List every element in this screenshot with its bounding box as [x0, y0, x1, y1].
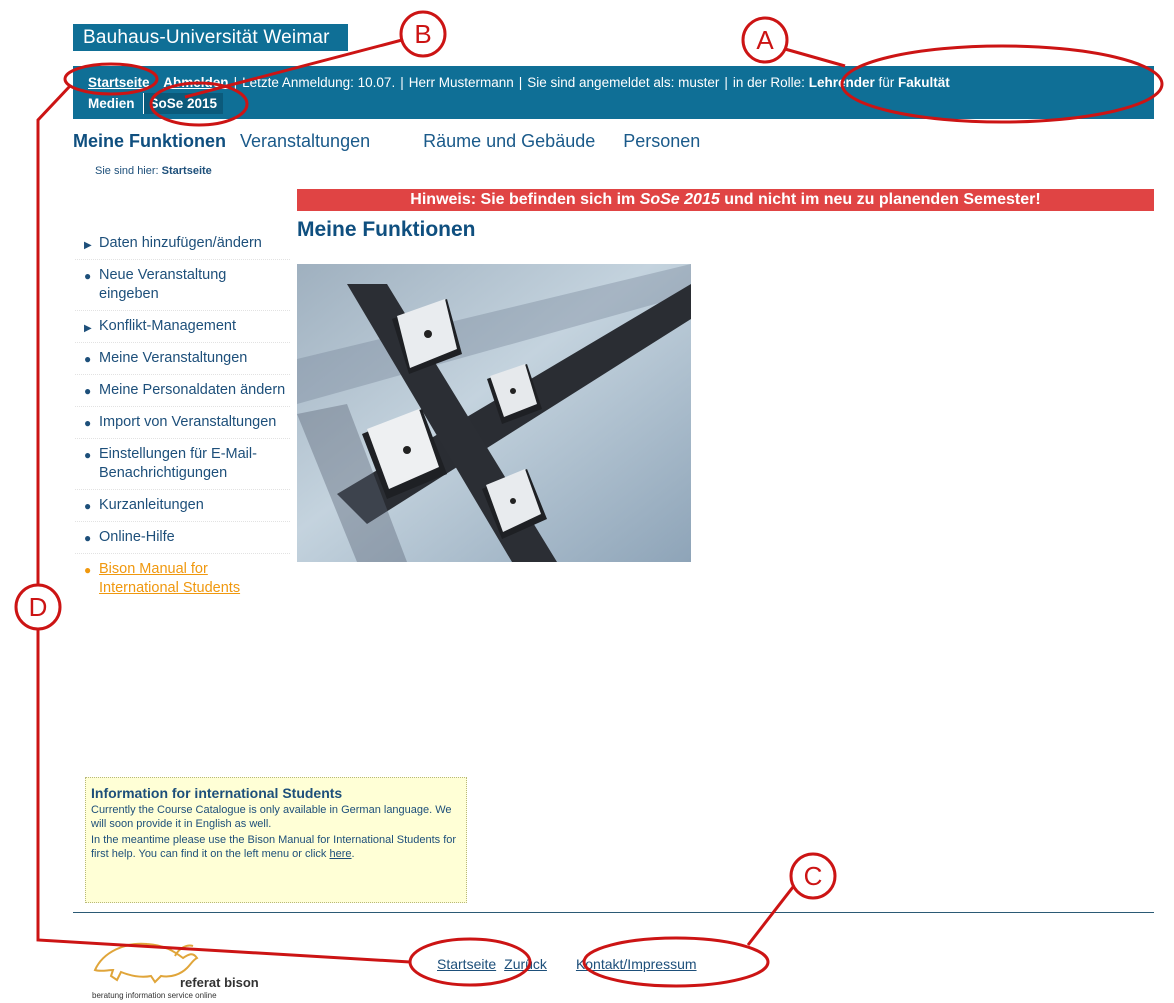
annotation-connector-d-top: [36, 84, 72, 585]
nav-raeume-und-gebaeude[interactable]: Räume und Gebäude: [423, 131, 595, 151]
infobox-end: .: [351, 848, 355, 860]
bullet-icon: ●: [84, 416, 92, 430]
bullet-icon: ●: [84, 499, 92, 513]
nav-meine-funktionen[interactable]: Meine Funktionen: [73, 131, 226, 151]
breadcrumb-current: Startseite: [161, 165, 212, 177]
notice-prefix: Hinweis: Sie befinden sich im: [410, 191, 636, 208]
separator: |: [233, 75, 238, 90]
nav-veranstaltungen[interactable]: Veranstaltungen: [240, 131, 370, 151]
triangle-right-icon: ▶: [84, 323, 92, 334]
sidebar-item-daten-hinzufuegen[interactable]: ▶ Daten hinzufügen/ändern: [75, 228, 290, 260]
sidebar-item-personaldaten[interactable]: ● Meine Personaldaten ändern: [75, 375, 290, 407]
for-word: für: [878, 75, 895, 90]
sidebar-item-meine-veranstaltungen[interactable]: ● Meine Veranstaltungen: [75, 343, 290, 375]
footer-links: Startseite Zurück Kontakt/Impressum: [437, 956, 697, 972]
separator: [155, 75, 159, 90]
page-title: Meine Funktionen: [297, 218, 476, 241]
decorative-glass-photo: [297, 264, 691, 562]
home-link[interactable]: Startseite: [88, 75, 150, 90]
notice-semester: SoSe 2015: [639, 191, 720, 208]
annotation-circle-d: [14, 583, 62, 631]
sidebar-item-bison-manual[interactable]: ● Bison Manual for International Student…: [75, 554, 290, 604]
sidebar-item-konflikt-management[interactable]: ▶ Konflikt-Management: [75, 311, 290, 343]
bison-tagline: beratung information service online: [92, 991, 217, 1000]
bison-name: referat bison: [180, 975, 259, 990]
sidebar-item-import[interactable]: ● Import von Veranstaltungen: [75, 407, 290, 439]
bullet-icon: ●: [84, 352, 92, 366]
footer-back-link[interactable]: Zurück: [504, 956, 547, 972]
last-login-text: Letzte Anmeldung: 10.07.: [242, 75, 396, 90]
sidebar-item-label: Meine Veranstaltungen: [99, 350, 248, 366]
annotation-label-a: A: [756, 25, 774, 55]
sidebar-item-label: Konflikt-Management: [99, 318, 237, 334]
footer-contact-link[interactable]: Kontakt/Impressum: [576, 956, 697, 972]
annotation-connector-c: [746, 886, 795, 946]
logout-link[interactable]: Abmelden: [163, 75, 228, 90]
sidebar-item-label: Import von Veranstaltungen: [99, 414, 277, 430]
sidebar-menu: ▶ Daten hinzufügen/ändern ● Neue Veranst…: [75, 228, 290, 604]
triangle-right-icon: ▶: [84, 240, 92, 251]
annotation-label-d: D: [29, 592, 48, 622]
infobox-title: Information for international Students: [91, 785, 343, 801]
university-logo[interactable]: Bauhaus-Universität Weimar: [73, 24, 348, 51]
sidebar-item-kurzanleitungen[interactable]: ● Kurzanleitungen: [75, 490, 290, 522]
footer-divider: [73, 912, 1154, 913]
bullet-icon: ●: [84, 384, 92, 398]
role-name: Lehrender: [808, 75, 875, 90]
annotation-circle-a: [741, 16, 789, 64]
sidebar-item-email-settings[interactable]: ● Einstellungen für E-Mail-Benachrichtig…: [75, 439, 290, 490]
faculty-name-line2: Medien: [88, 96, 135, 111]
glass-fitting-illustration: [297, 264, 691, 562]
faculty-name: Fakultät: [898, 75, 950, 90]
bullet-icon: ●: [84, 531, 92, 545]
breadcrumb-prefix: Sie sind hier:: [95, 165, 159, 177]
main-navigation: Meine Funktionen Veranstaltungen Räume und…: [73, 131, 740, 152]
separator: |: [400, 75, 404, 90]
bullet-icon: ●: [84, 448, 92, 462]
nav-personen[interactable]: Personen: [623, 131, 700, 151]
logged-in-as-text: Sie sind angemeldet als: muster: [527, 75, 720, 90]
annotation-connector-a: [784, 47, 846, 68]
footer-home-link[interactable]: Startseite: [437, 956, 496, 972]
sidebar-item-label: Kurzanleitungen: [99, 497, 204, 513]
annotation-circle-c: [789, 852, 837, 900]
international-students-info-box: Information for international Students C…: [85, 777, 467, 903]
sidebar-item-neue-veranstaltung[interactable]: ● Neue Veranstaltung eingeben: [75, 260, 290, 311]
annotation-circle-b: [399, 10, 447, 58]
sidebar-item-label: Online-Hilfe: [99, 529, 175, 545]
annotation-label-c: C: [804, 861, 823, 891]
semester-selector[interactable]: SoSe 2015: [142, 93, 224, 114]
breadcrumb: Sie sind hier: Startseite: [95, 165, 212, 177]
annotation-label-b: B: [414, 19, 431, 49]
sidebar-item-label: Meine Personaldaten ändern: [99, 382, 286, 398]
sidebar-item-label: Einstellungen für E-Mail-Benachrichtigun…: [99, 446, 257, 481]
infobox-here-link[interactable]: here: [329, 848, 351, 860]
role-prefix: in der Rolle:: [732, 75, 805, 90]
infobox-paragraph: Currently the Course Catalogue is only a…: [91, 804, 452, 830]
infobox-paragraph: In the meantime please use the Bison Man…: [91, 833, 461, 861]
user-name: Herr Mustermann: [408, 75, 514, 90]
sidebar-item-online-hilfe[interactable]: ● Online-Hilfe: [75, 522, 290, 554]
semester-notice-banner: Hinweis: Sie befinden sich im SoSe 2015 …: [297, 189, 1154, 211]
separator: |: [724, 75, 728, 90]
infobox-text: In the meantime please use the Bison Man…: [91, 834, 457, 860]
top-user-bar: Startseite Abmelden | Letzte Anmeldung: 10…: [73, 66, 1154, 119]
bullet-icon: ●: [84, 269, 92, 283]
bullet-icon: ●: [84, 563, 92, 577]
separator: |: [518, 75, 523, 90]
sidebar-item-label: Neue Veranstaltung eingeben: [99, 267, 227, 302]
sidebar-item-label: Daten hinzufügen/ändern: [99, 235, 262, 251]
bison-manual-link[interactable]: Bison Manual for International Students: [99, 561, 240, 596]
notice-suffix: und nicht im neu zu planenden Semester!: [724, 191, 1041, 208]
